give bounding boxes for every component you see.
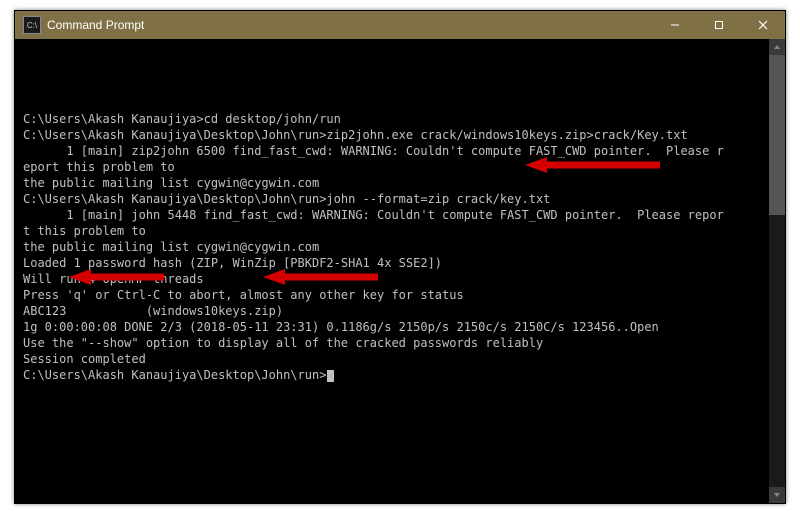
terminal-line: t this problem to [23,223,765,239]
terminal-output[interactable]: C:\Users\Akash Kanaujiya>cd desktop/john… [15,39,769,503]
scroll-track[interactable] [769,55,785,487]
terminal-area: C:\Users\Akash Kanaujiya>cd desktop/john… [15,39,785,503]
titlebar[interactable]: C:\ Command Prompt [15,11,785,39]
minimize-icon [670,20,680,30]
vertical-scrollbar[interactable] [769,39,785,503]
terminal-icon: C:\ [23,16,41,34]
command-prompt-window: C:\ Command Prompt C:\Users\Akash Kanauj… [14,10,786,504]
close-icon [758,20,768,30]
terminal-line: Session completed [23,351,765,367]
terminal-line: Loaded 1 password hash (ZIP, WinZip [PBK… [23,255,765,271]
scroll-down-button[interactable] [769,487,785,503]
maximize-button[interactable] [697,11,741,39]
terminal-line: eport this problem to [23,159,765,175]
terminal-line: ABC123 (windows10keys.zip) [23,303,765,319]
window-title: Command Prompt [47,18,144,32]
terminal-line: 1 [main] john 5448 find_fast_cwd: WARNIN… [23,207,765,223]
terminal-line: Use the "--show" option to display all o… [23,335,765,351]
scroll-up-button[interactable] [769,39,785,55]
terminal-line: Press 'q' or Ctrl-C to abort, almost any… [23,287,765,303]
text-cursor [327,370,334,382]
terminal-line: C:\Users\Akash Kanaujiya\Desktop\John\ru… [23,127,765,143]
terminal-line: the public mailing list cygwin@cygwin.co… [23,175,765,191]
terminal-line: C:\Users\Akash Kanaujiya>cd desktop/john… [23,111,765,127]
terminal-line: 1 [main] zip2john 6500 find_fast_cwd: WA… [23,143,765,159]
terminal-line: C:\Users\Akash Kanaujiya\Desktop\John\ru… [23,367,765,383]
scroll-thumb[interactable] [769,55,785,215]
terminal-line: 1g 0:00:00:08 DONE 2/3 (2018-05-11 23:31… [23,319,765,335]
maximize-icon [714,20,724,30]
chevron-down-icon [773,491,781,499]
close-button[interactable] [741,11,785,39]
terminal-line: Will run 4 OpenMP threads [23,271,765,287]
terminal-line: C:\Users\Akash Kanaujiya\Desktop\John\ru… [23,191,765,207]
terminal-line: the public mailing list cygwin@cygwin.co… [23,239,765,255]
minimize-button[interactable] [653,11,697,39]
page-container: C:\ Command Prompt C:\Users\Akash Kanauj… [0,0,800,516]
chevron-up-icon [773,43,781,51]
